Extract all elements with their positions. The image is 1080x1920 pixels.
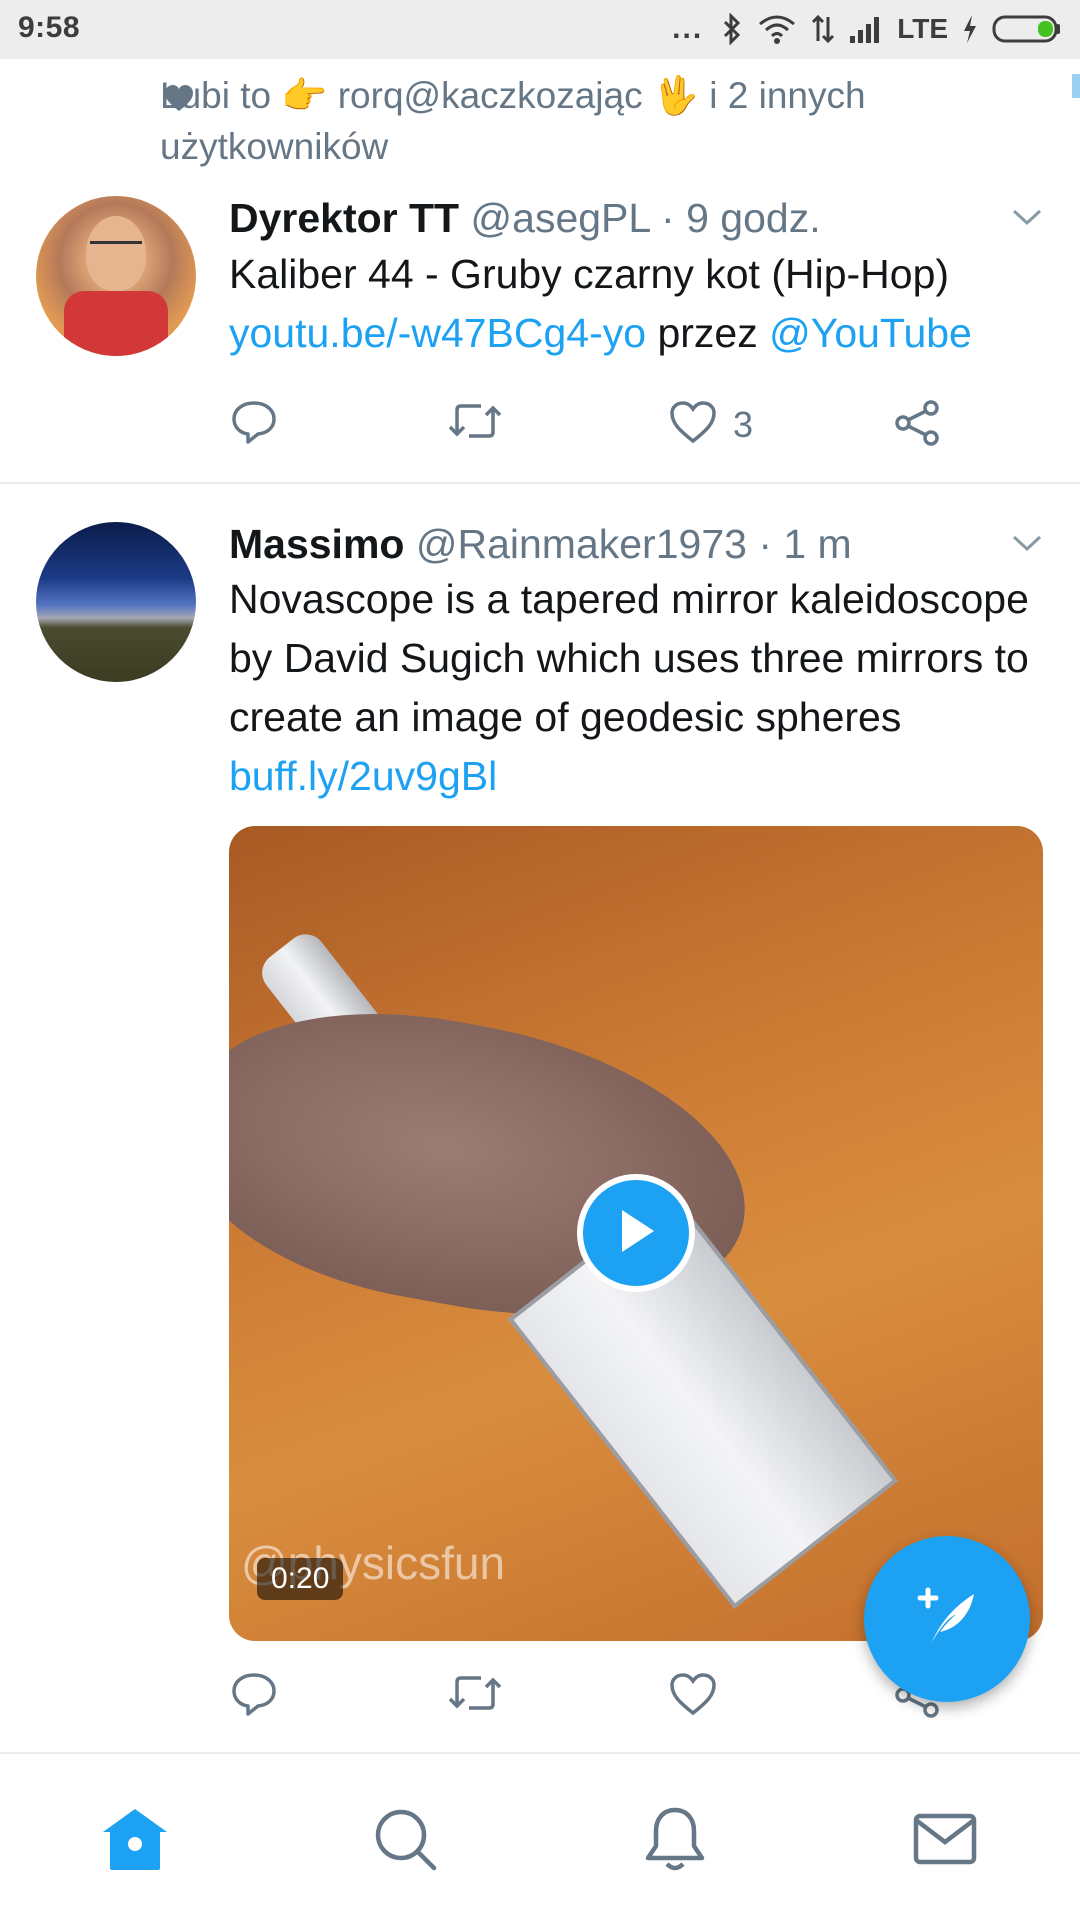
avatar[interactable] — [36, 196, 196, 356]
tweet-actions: 3 — [229, 400, 989, 460]
social-context-text[interactable]: Lubi to 👉 rorq@kaczkozając 🖖 i 2 innych … — [160, 70, 960, 172]
status-bar: 9:58 ... LTE — [0, 0, 1080, 59]
retweet-icon — [447, 1672, 503, 1719]
video-duration: 0:20 — [257, 1558, 344, 1600]
messages-icon — [912, 1812, 978, 1871]
tweet[interactable]: Dyrektor TT @asegPL · 9 godz. Kaliber 44… — [0, 190, 1080, 480]
compose-tweet-button[interactable] — [864, 1536, 1030, 1702]
author-handle-and-time: @Rainmaker1973 · 1 m — [415, 521, 852, 567]
charging-icon — [962, 14, 978, 44]
reply-icon — [231, 400, 277, 449]
retweet-icon — [447, 400, 503, 447]
share-button[interactable] — [893, 400, 941, 451]
nav-notifications[interactable] — [635, 1806, 715, 1876]
chevron-down-icon[interactable] — [1012, 534, 1042, 557]
network-type: LTE — [897, 13, 948, 44]
author-name[interactable]: Massimo — [229, 521, 404, 567]
chevron-down-icon[interactable] — [1012, 208, 1042, 231]
reply-button[interactable] — [231, 1672, 277, 1721]
video-media[interactable]: @physicsfun 0:20 — [229, 826, 1043, 1641]
like-count: 3 — [733, 403, 754, 445]
wifi-icon — [757, 13, 797, 45]
author-name[interactable]: Dyrektor TT — [229, 195, 459, 241]
bluetooth-icon — [721, 13, 743, 45]
avatar[interactable] — [36, 522, 196, 682]
retweet-button[interactable] — [447, 400, 503, 447]
scroll-indicator — [1072, 74, 1080, 98]
retweet-button[interactable] — [447, 1672, 503, 1719]
bottom-nav — [0, 1752, 1080, 1920]
tweet-actions — [229, 1672, 989, 1732]
home-icon — [100, 1806, 170, 1877]
tweet-header: Dyrektor TT @asegPL · 9 godz. — [229, 192, 821, 244]
like-button[interactable]: 3 — [669, 400, 753, 449]
tweet-text: Kaliber 44 - Gruby czarny kot (Hip-Hop) … — [229, 251, 972, 356]
twitter-timeline-screen: 9:58 ... LTE Lubi to 👉 rorq@kaczkozając … — [0, 0, 1080, 1920]
reply-button[interactable] — [231, 400, 277, 449]
author-handle-and-time: @asegPL · 9 godz. — [470, 195, 821, 241]
battery-icon — [992, 14, 1062, 44]
tweet-link[interactable]: youtu.be/-w47BCg4-yo — [229, 310, 646, 356]
tweet-link[interactable]: buff.ly/2uv9gBl — [229, 753, 497, 799]
mention-link[interactable]: @YouTube — [769, 310, 972, 356]
heart-outline-icon — [669, 400, 717, 449]
tweet-text: Novascope is a tapered mirror kaleidosco… — [229, 576, 1029, 799]
nav-messages[interactable] — [905, 1806, 985, 1876]
signal-icon — [849, 14, 883, 44]
nav-home[interactable] — [95, 1806, 175, 1876]
tweet-header: Massimo @Rainmaker1973 · 1 m — [229, 518, 852, 570]
data-arrows-icon — [811, 13, 835, 45]
notifications-icon — [643, 1804, 707, 1879]
play-icon — [614, 1206, 658, 1261]
status-dots: ... — [672, 12, 704, 45]
status-time: 9:58 — [18, 11, 81, 44]
play-button[interactable] — [577, 1174, 695, 1292]
search-icon — [372, 1806, 438, 1877]
tweet-divider — [0, 482, 1080, 484]
compose-icon — [910, 1580, 984, 1659]
heart-outline-icon — [669, 1672, 717, 1721]
share-icon — [893, 400, 941, 451]
nav-search[interactable] — [365, 1806, 445, 1876]
reply-icon — [231, 1672, 277, 1721]
status-icons: ... LTE — [672, 9, 1062, 49]
like-button[interactable] — [669, 1672, 717, 1721]
